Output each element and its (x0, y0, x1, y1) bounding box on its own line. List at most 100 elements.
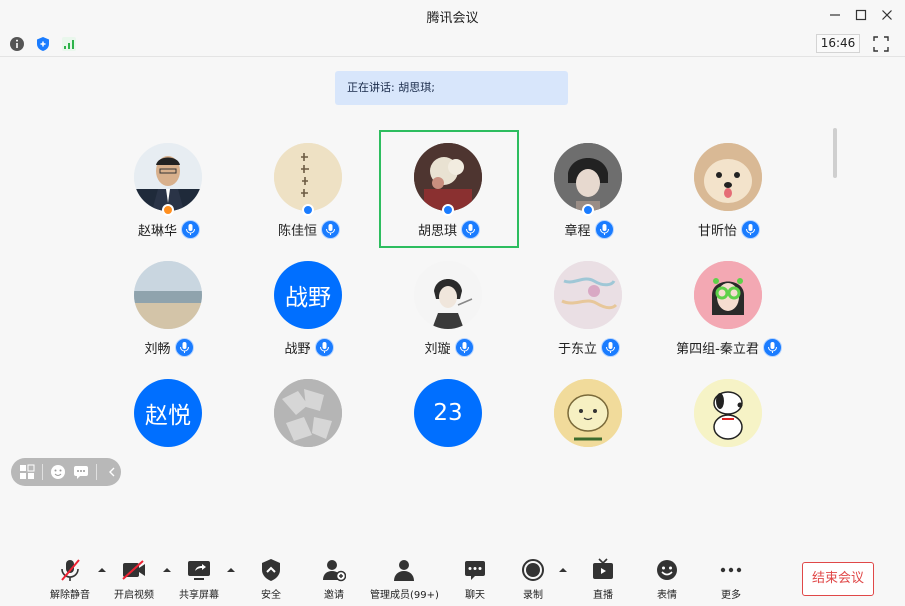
minimize-icon (830, 14, 840, 16)
maximize-button[interactable] (851, 5, 871, 25)
avatar: 战野 (274, 261, 342, 329)
participant-tile[interactable]: 战野 战野 (239, 248, 379, 366)
share-screen-icon (186, 557, 212, 583)
participant-tile-speaking[interactable]: 胡思琪 (379, 130, 519, 248)
live-stream-button[interactable]: 直播 (590, 557, 616, 601)
participant-tile[interactable]: 第四组-秦立君 (659, 248, 799, 366)
video-options-chevron-icon[interactable] (162, 565, 172, 575)
more-dots-icon (718, 557, 744, 583)
shield-icon (36, 36, 49, 51)
manage-members-button[interactable]: 管理成员(99+) (370, 557, 439, 601)
participant-tile[interactable]: 23 (379, 366, 519, 484)
grid-scrollbar[interactable] (833, 128, 837, 178)
microphone-icon (741, 220, 760, 239)
microphone-icon (321, 220, 340, 239)
members-icon (391, 557, 417, 583)
participant-tile[interactable] (519, 366, 659, 484)
emoji-button[interactable]: 表情 (654, 557, 680, 601)
end-meeting-button[interactable]: 结束会议 (802, 562, 874, 596)
close-button[interactable] (877, 5, 897, 25)
host-badge-icon (162, 204, 174, 216)
info-icon (9, 36, 24, 51)
smile-icon (50, 465, 65, 479)
share-options-chevron-icon[interactable] (226, 565, 236, 575)
share-screen-button[interactable]: 共享屏幕 (179, 557, 219, 601)
fullscreen-button[interactable] (872, 35, 890, 53)
security-label: 安全 (261, 590, 281, 601)
chat-label: 聊天 (465, 590, 485, 601)
avatar (554, 261, 622, 329)
avatar (694, 379, 762, 447)
participant-tile[interactable]: 刘璇 (379, 248, 519, 366)
unmute-label: 解除静音 (50, 590, 90, 601)
emoji-reaction-button[interactable] (49, 463, 67, 481)
record-button[interactable]: 录制 (520, 557, 546, 601)
microphone-muted-icon (57, 557, 83, 583)
divider (41, 464, 43, 480)
more-button[interactable]: 更多 (718, 557, 744, 601)
divider (96, 464, 98, 480)
participant-tile[interactable]: 刘畅 (99, 248, 239, 366)
fullscreen-icon (873, 36, 889, 52)
security-button[interactable]: 安全 (258, 557, 284, 601)
member-badge-icon (442, 204, 454, 216)
microphone-icon (181, 220, 200, 239)
participant-tile[interactable] (659, 366, 799, 484)
collapse-button[interactable] (103, 463, 121, 481)
info-button[interactable] (8, 35, 25, 52)
chat-button[interactable]: 聊天 (462, 557, 488, 601)
tv-icon (590, 557, 616, 583)
participant-name: 甘昕怡 (697, 224, 737, 239)
maximize-icon (855, 9, 867, 21)
minimize-button[interactable] (825, 5, 845, 25)
unmute-button[interactable]: 解除静音 (50, 557, 90, 601)
participant-tile[interactable]: 陈佳恒 (239, 130, 379, 248)
invite-button[interactable]: 邀请 (321, 557, 347, 601)
more-label: 更多 (721, 590, 741, 601)
participant-name: 章程 (564, 224, 591, 239)
participant-name: 陈佳恒 (277, 224, 317, 239)
avatar (274, 379, 342, 447)
participant-name: 刘璇 (424, 342, 451, 357)
avatar (134, 261, 202, 329)
danmaku-button[interactable] (72, 463, 90, 481)
meeting-clock: 16:46 (816, 34, 860, 53)
member-badge-icon (582, 204, 594, 216)
close-icon (882, 10, 892, 20)
avatar (414, 261, 482, 329)
message-icon (74, 466, 89, 479)
add-user-icon (321, 557, 347, 583)
participant-name: 于东立 (557, 342, 597, 357)
smile-icon (654, 557, 680, 583)
camera-off-icon (121, 557, 147, 583)
participant-tile[interactable]: 于东立 (519, 248, 659, 366)
participant-name: 第四组-秦立君 (676, 342, 759, 357)
emoji-label: 表情 (657, 590, 677, 601)
audio-options-chevron-icon[interactable] (97, 565, 107, 575)
chevron-left-icon (109, 467, 115, 477)
participant-name: 胡思琪 (417, 224, 457, 239)
participant-tile[interactable] (239, 366, 379, 484)
record-label: 录制 (523, 590, 543, 601)
participant-tile[interactable]: 章程 (519, 130, 659, 248)
avatar: 赵悦 (134, 379, 202, 447)
participant-tile[interactable]: 甘昕怡 (659, 130, 799, 248)
microphone-icon (594, 220, 614, 239)
layout-button[interactable] (18, 463, 36, 481)
microphone-icon (461, 220, 480, 239)
microphone-icon (601, 338, 620, 357)
network-signal-button[interactable] (60, 35, 77, 52)
avatar (134, 143, 202, 211)
start-video-button[interactable]: 开启视频 (114, 557, 154, 601)
avatar (414, 143, 482, 211)
chat-icon (462, 557, 488, 583)
record-options-chevron-icon[interactable] (558, 565, 568, 575)
share-screen-label: 共享屏幕 (179, 590, 219, 601)
avatar (554, 379, 622, 447)
participant-name: 赵琳华 (137, 224, 177, 239)
participant-tile[interactable]: 赵琳华 (99, 130, 239, 248)
speaking-indicator: 正在讲话: 胡思琪; (335, 71, 568, 105)
participant-grid: 赵琳华 陈佳恒 胡思琪 章程 甘昕怡 刘畅 战野 战野 刘璇 于东立 第四组-秦… (0, 120, 830, 450)
status-bar: 16:46 (0, 30, 905, 57)
security-status-button[interactable] (34, 35, 51, 52)
